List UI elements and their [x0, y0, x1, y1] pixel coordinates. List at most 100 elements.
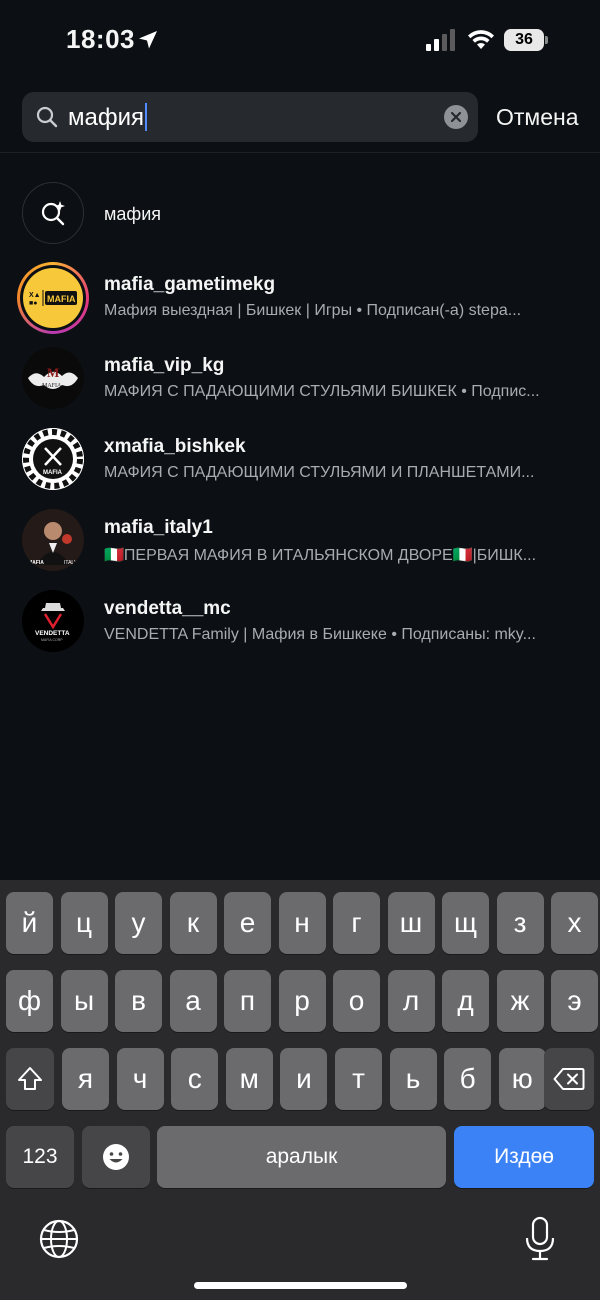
status-bar: 18:03 36	[0, 0, 600, 80]
result-username: mafia_italy1	[104, 517, 213, 538]
letter-key[interactable]: и	[280, 1048, 328, 1110]
letter-key[interactable]: ф	[6, 970, 53, 1032]
result-username: vendetta__mc	[104, 598, 231, 619]
story-ring[interactable]: X▲ ■● MAFIA	[17, 262, 89, 334]
svg-text:ITALY: ITALY	[64, 560, 78, 566]
avatar: VENDETTA MAFIA CORP	[22, 590, 84, 652]
letter-key[interactable]: ч	[116, 1048, 164, 1110]
letter-key[interactable]: ы	[60, 970, 108, 1032]
avatar: MAFIA	[22, 428, 84, 490]
result-username: mafia_vip_kg	[104, 355, 225, 376]
letter-key[interactable]: б	[444, 1048, 492, 1110]
letter-key[interactable]: г	[333, 892, 380, 954]
wifi-icon	[468, 30, 494, 49]
letter-key[interactable]: й	[6, 892, 53, 954]
avatar-photo-icon: MAFIA ITALY	[22, 509, 84, 571]
result-subtitle: VENDETTA Family | Мафия в Бишкеке • Подп…	[104, 626, 536, 643]
letter-key[interactable]: п	[224, 970, 271, 1032]
letter-key[interactable]: р	[278, 970, 326, 1032]
shift-icon	[18, 1067, 42, 1090]
location-arrow-icon	[139, 31, 157, 49]
result-row-mafia-vip-kg[interactable]: M MAFIA mafia_vip_kg МАФИЯ С ПАДАЮЩИМИ С…	[0, 337, 600, 418]
search-icon	[36, 106, 58, 128]
search-sparkle-icon	[41, 201, 65, 226]
result-row-mafia-italy1[interactable]: MAFIA ITALY mafia_italy1 🇮🇹ПЕРВАЯ МАФИЯ …	[0, 499, 600, 580]
keyboard: йцукенгшщзх фывапролджэ ячсмитьбю 123 ар…	[0, 880, 600, 1300]
letter-key[interactable]: з	[496, 892, 544, 954]
backspace-key[interactable]	[544, 1048, 594, 1110]
result-row-mafia-gametimekg[interactable]: X▲ ■● MAFIA mafia_gametimekg Мафия выезд…	[0, 256, 600, 337]
result-username: mafia_gametimekg	[104, 274, 276, 295]
svg-text:MAFIA: MAFIA	[42, 383, 62, 389]
cancel-button[interactable]: Отмена	[496, 104, 579, 131]
letter-key[interactable]: т	[335, 1048, 382, 1110]
svg-text:MAFIA CORP: MAFIA CORP	[41, 638, 63, 642]
letter-key[interactable]: щ	[442, 892, 489, 954]
space-key[interactable]: аралык	[157, 1126, 446, 1188]
emoji-key[interactable]	[82, 1126, 150, 1188]
screen: 18:03 36 мафия Отмена мафия X▲ ■● MAFIA …	[0, 0, 600, 1300]
svg-text:VENDETTA: VENDETTA	[35, 630, 70, 637]
svg-text:M: M	[47, 365, 59, 380]
result-subtitle: МАФИЯ С ПАДАЮЩИМИ СТУЛЬЯМИ БИШКЕК • Подп…	[104, 383, 540, 400]
letter-key[interactable]: у	[115, 892, 162, 954]
result-subtitle: 🇮🇹ПЕРВАЯ МАФИЯ В ИТАЛЬЯНСКОМ ДВОРЕ🇮🇹|БИШ…	[104, 547, 537, 564]
letter-key[interactable]: л	[387, 970, 435, 1032]
search-input[interactable]: мафия	[68, 102, 147, 133]
search-suggestion-row[interactable]: мафия	[0, 172, 600, 256]
letter-key[interactable]: а	[169, 970, 217, 1032]
search-results-list: мафия X▲ ■● MAFIA mafia_gametimekg Мафия…	[0, 172, 600, 661]
avatar: MAFIA ITALY	[22, 509, 84, 571]
battery-nub	[545, 36, 548, 44]
letter-key[interactable]: ж	[496, 970, 544, 1032]
letter-key[interactable]: е	[224, 892, 271, 954]
shift-key[interactable]	[6, 1048, 54, 1110]
letter-key[interactable]: ц	[60, 892, 108, 954]
avatar-logo-icon: M MAFIA	[22, 347, 84, 409]
avatar: M MAFIA	[22, 347, 84, 409]
header-divider	[0, 152, 600, 153]
home-indicator[interactable]	[194, 1282, 407, 1289]
letter-key[interactable]: я	[62, 1048, 109, 1110]
status-time: 18:03	[66, 24, 135, 54]
avatar-logo-icon: MAFIA	[22, 428, 84, 490]
avatar-brand-text: MAFIA	[47, 294, 76, 304]
text-caret	[145, 102, 147, 131]
letter-key[interactable]: н	[278, 892, 326, 954]
letter-key[interactable]: ь	[389, 1048, 437, 1110]
suggestion-search-avatar	[22, 182, 84, 244]
globe-icon[interactable]	[38, 1218, 80, 1260]
search-return-key[interactable]: Издөө	[454, 1126, 594, 1188]
letter-key[interactable]: в	[115, 970, 162, 1032]
result-username: xmafia_bishkek	[104, 436, 246, 457]
battery-indicator: 36	[504, 29, 544, 51]
letter-key[interactable]: д	[442, 970, 489, 1032]
avatar: X▲ ■● MAFIA	[23, 268, 83, 328]
result-subtitle: Мафия выездная | Бишкек | Игры • Подписа…	[104, 302, 522, 319]
search-query-text: мафия	[68, 104, 144, 131]
avatar-logo-icon: X▲ ■● MAFIA	[29, 290, 77, 307]
emoji-icon	[103, 1144, 129, 1170]
svg-text:X▲: X▲	[29, 292, 41, 299]
letter-key[interactable]: э	[551, 970, 598, 1032]
svg-text:MAFIA: MAFIA	[28, 560, 44, 566]
letter-key[interactable]: ш	[387, 892, 435, 954]
svg-text:■●: ■●	[29, 300, 37, 307]
search-field[interactable]: мафия	[22, 92, 478, 142]
avatar-logo-icon: VENDETTA MAFIA CORP	[22, 590, 84, 652]
close-icon	[450, 111, 462, 123]
letter-key[interactable]: к	[169, 892, 217, 954]
result-row-xmafia-bishkek[interactable]: MAFIA xmafia_bishkek МАФИЯ С ПАДАЮЩИМИ С…	[0, 418, 600, 499]
microphone-icon[interactable]	[524, 1216, 556, 1262]
result-row-vendetta-mc[interactable]: VENDETTA MAFIA CORP vendetta__mc VENDETT…	[0, 580, 600, 661]
letter-key[interactable]: о	[333, 970, 380, 1032]
suggestion-label: мафия	[104, 204, 161, 224]
letter-key[interactable]: х	[551, 892, 598, 954]
letter-key[interactable]: с	[171, 1048, 219, 1110]
backspace-icon	[553, 1068, 585, 1090]
letter-key[interactable]: ю	[498, 1048, 546, 1110]
numbers-key[interactable]: 123	[6, 1126, 74, 1188]
clear-search-button[interactable]	[444, 105, 468, 129]
cellular-signal-icon	[426, 29, 455, 51]
letter-key[interactable]: м	[225, 1048, 273, 1110]
